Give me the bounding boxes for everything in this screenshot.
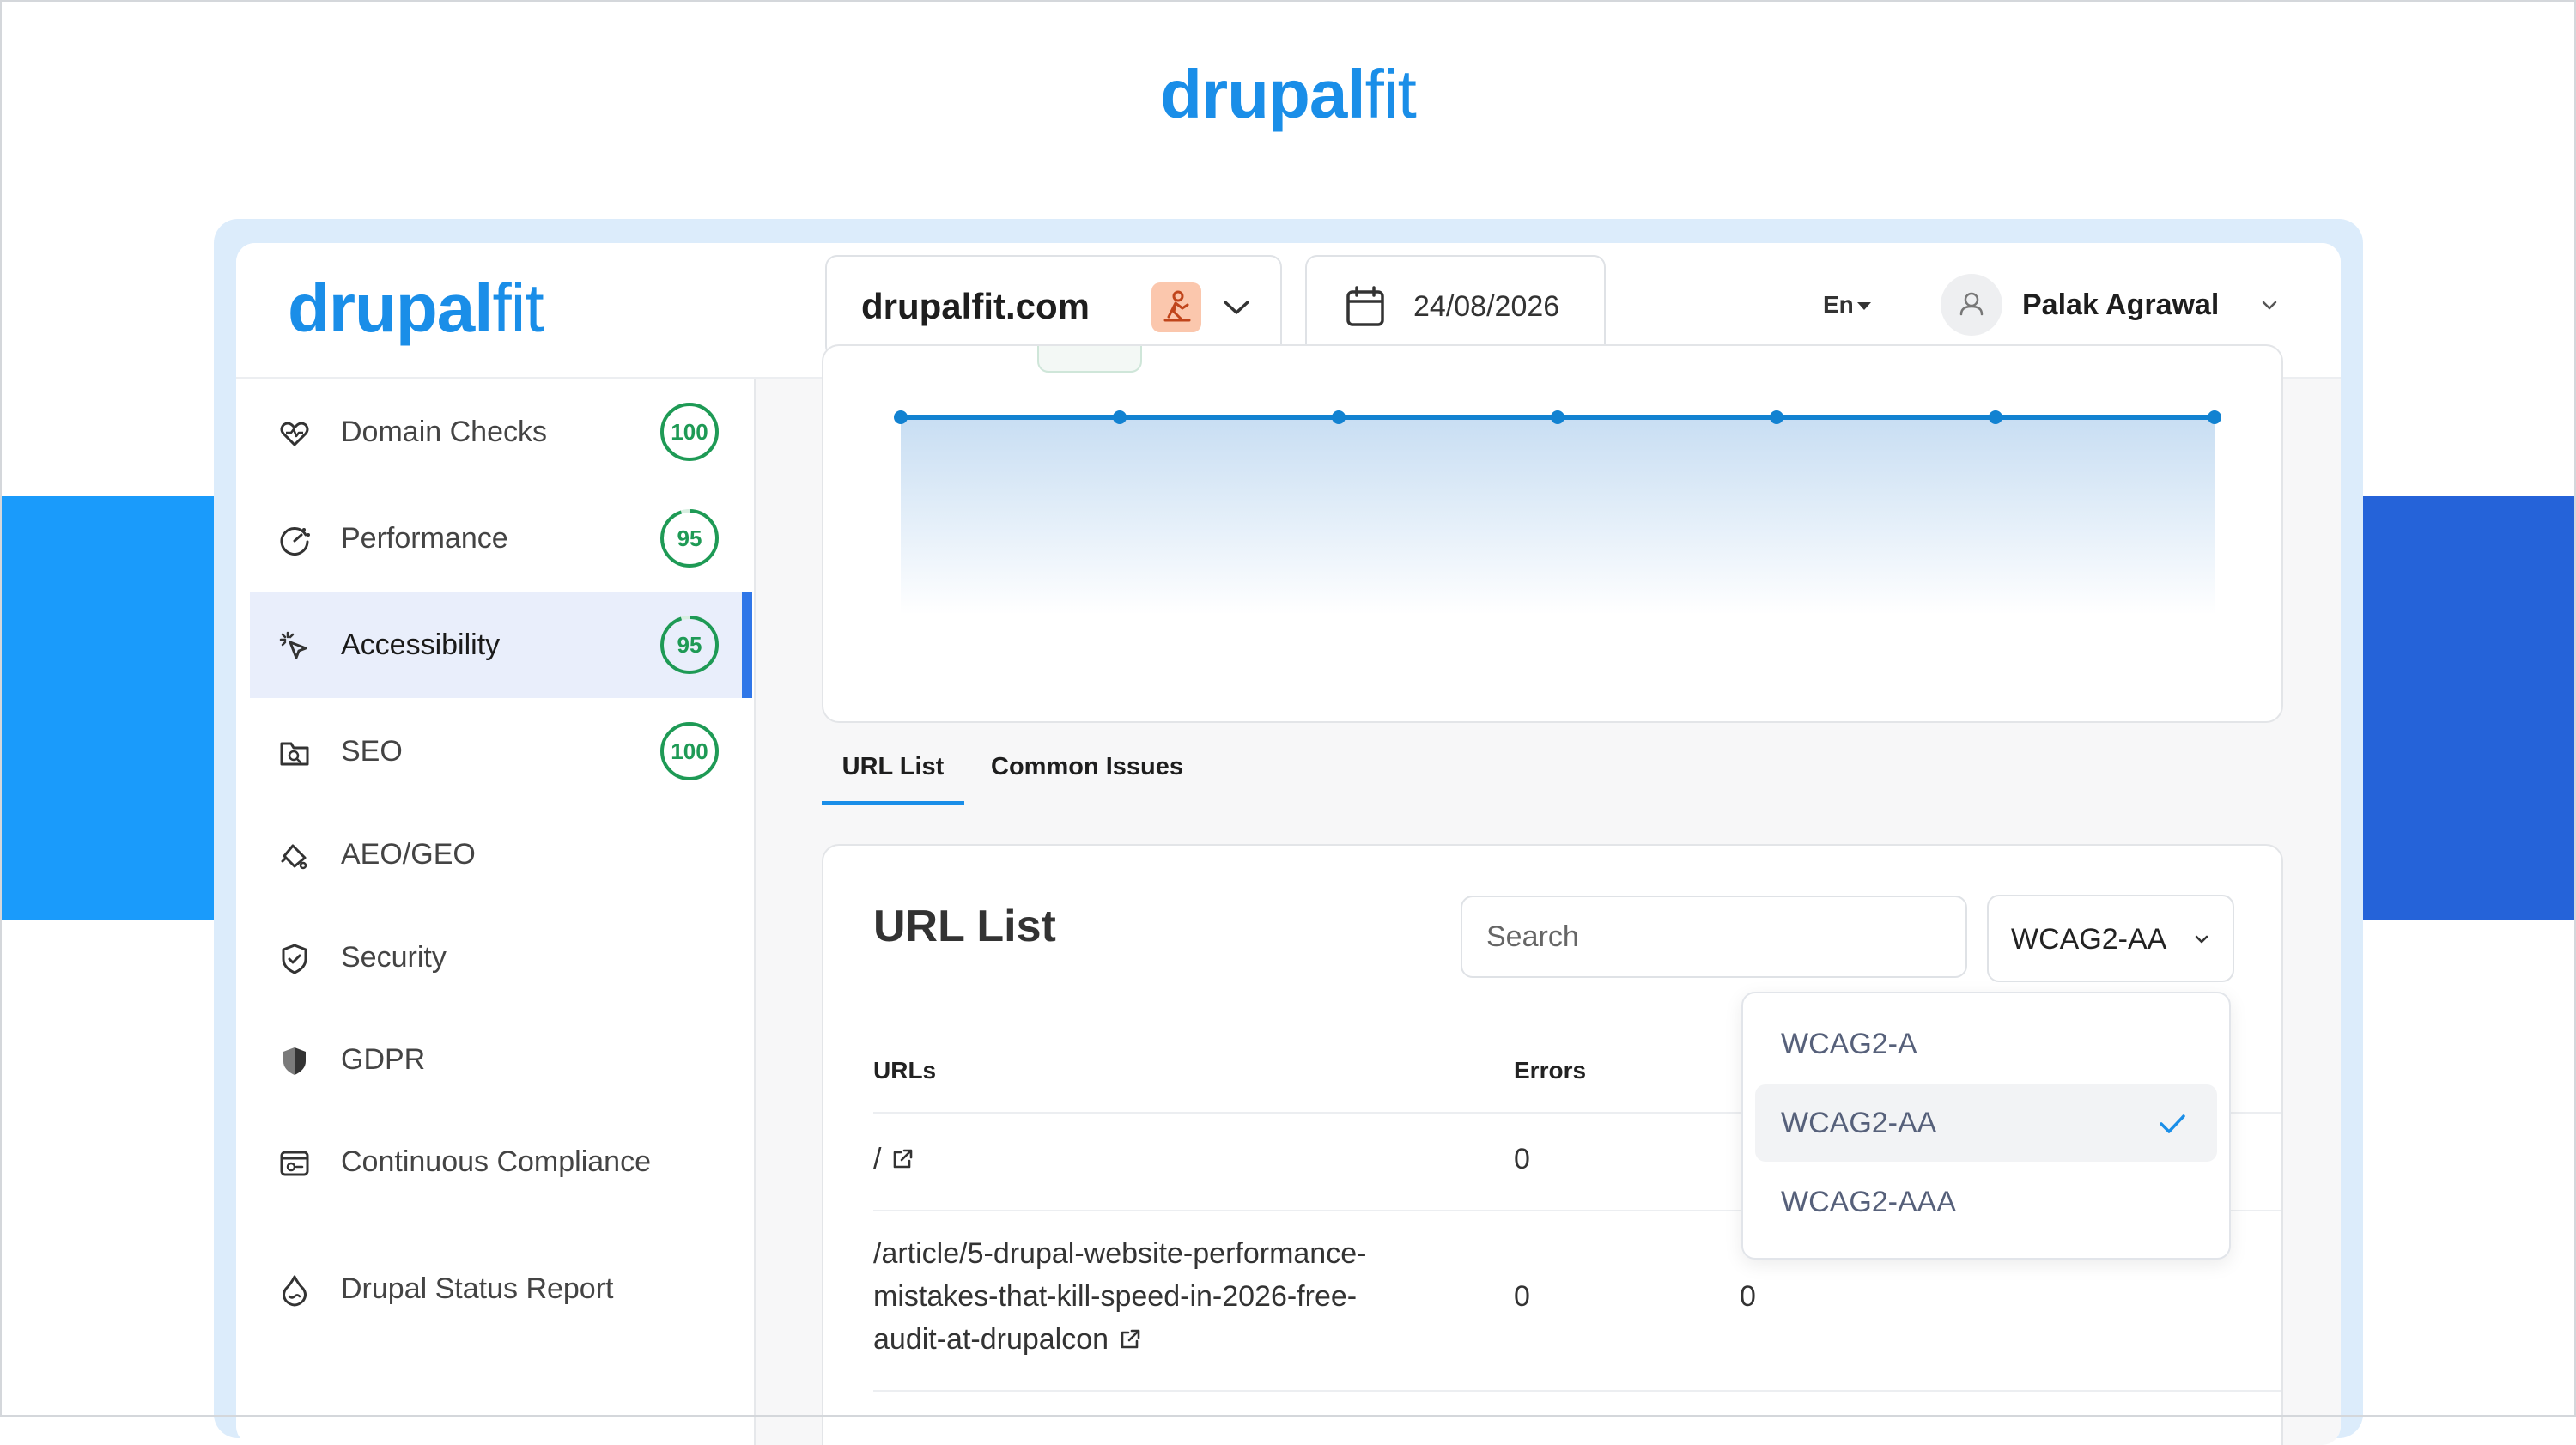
avatar[interactable] xyxy=(1941,274,2002,336)
hero-logo: drupalfit xyxy=(1160,56,1417,132)
table-row-url[interactable]: /article/5-drupal-website-performance- m… xyxy=(873,1232,1474,1361)
app-window: drupalfit drupalfit.com 24/08/2026 En Pa… xyxy=(236,243,2341,1445)
sidebar-item-label: AEO/GEO xyxy=(341,838,476,871)
option-label: WCAG2-AAA xyxy=(1781,1186,1957,1218)
sidebar-item-continuous-compliance[interactable]: Continuous Compliance xyxy=(250,1108,752,1215)
standard-dropdown-menu: WCAG2-A WCAG2-AA WCAG2-AAA xyxy=(1741,992,2231,1260)
table-cell-errors: 0 xyxy=(1514,1280,1530,1313)
sidebar-item-gdpr[interactable]: GDPR xyxy=(250,1006,752,1113)
sidebar-item-label: Security xyxy=(341,941,447,974)
table-row-url[interactable]: / xyxy=(873,1138,915,1181)
sidebar-item-label: Drupal Status Report xyxy=(341,1272,614,1305)
chevron-down-icon xyxy=(2195,935,2208,944)
language-selector[interactable]: En xyxy=(1823,289,1871,320)
heart-icon xyxy=(280,422,309,446)
sidebar-item-drupal-status-report[interactable]: Drupal Status Report xyxy=(250,1236,752,1342)
search-input[interactable] xyxy=(1461,896,1967,978)
standard-select[interactable]: WCAG2-AA xyxy=(1987,895,2234,982)
dropdown-option-wcag2-a[interactable]: WCAG2-A xyxy=(1755,1005,2217,1083)
table-cell-warnings: 0 xyxy=(1740,1280,1756,1313)
sidebar-item-security[interactable]: Security xyxy=(250,904,752,1011)
chart-point xyxy=(1551,410,1564,424)
sidebar-item-label: Domain Checks xyxy=(341,416,547,448)
score-value: 100 xyxy=(671,419,708,445)
tab-common-issues[interactable]: Common Issues xyxy=(980,732,1194,801)
column-header-urls[interactable]: URLs xyxy=(873,1055,936,1086)
score-value: 95 xyxy=(677,525,702,551)
date-value: 24/08/2026 xyxy=(1413,290,1560,323)
chart-point xyxy=(1113,410,1127,424)
url-text[interactable]: / xyxy=(873,1143,881,1175)
site-status-icon xyxy=(1151,282,1201,332)
chart-point xyxy=(1770,410,1783,424)
sidebar-item-label: SEO xyxy=(341,735,403,768)
main-content: URL List Common Issues URL List WCAG2-AA… xyxy=(756,344,2341,1445)
chart-point xyxy=(1989,410,2002,424)
sidebar-item-seo[interactable]: SEO 100 xyxy=(250,698,752,804)
sidebar-item-label: Continuous Compliance xyxy=(341,1145,651,1178)
pointer-click-icon xyxy=(279,631,307,659)
caret-down-icon xyxy=(1856,302,1871,311)
chart-point xyxy=(1332,410,1346,424)
option-label: WCAG2-AA xyxy=(1781,1107,1937,1139)
score-value: 100 xyxy=(671,738,708,764)
chart-point xyxy=(2208,410,2221,424)
checkmark-icon xyxy=(2160,1114,2185,1133)
date-picker[interactable]: 24/08/2026 xyxy=(1305,255,1606,358)
sidebar-item-aeo-geo[interactable]: AEO/GEO xyxy=(250,801,752,908)
tab-bar: URL List Common Issues xyxy=(822,732,1509,805)
dropdown-option-wcag2-aa[interactable]: WCAG2-AA xyxy=(1755,1084,2217,1162)
url-text-line[interactable]: mistakes-that-kill-speed-in-2026-free- xyxy=(873,1275,1474,1318)
sidebar-item-label: Accessibility xyxy=(341,628,501,661)
shield-icon xyxy=(283,1047,306,1075)
sidebar-item-performance[interactable]: Performance 95 xyxy=(250,485,752,592)
table-cell-errors: 0 xyxy=(1514,1143,1530,1175)
column-header-errors[interactable]: Errors xyxy=(1514,1055,1586,1086)
external-link-icon[interactable] xyxy=(1117,1327,1143,1352)
speedometer-icon xyxy=(280,527,310,556)
url-text-line[interactable]: audit-at-drupalcon xyxy=(873,1323,1109,1356)
folder-search-icon xyxy=(280,742,309,766)
chevron-down-icon[interactable] xyxy=(2256,291,2283,319)
chart-area-fill xyxy=(901,417,2215,615)
score-value: 95 xyxy=(677,632,702,658)
external-link-icon[interactable] xyxy=(890,1146,915,1172)
chart-point xyxy=(894,410,908,424)
user-name[interactable]: Palak Agrawal xyxy=(2022,286,2219,324)
chevron-down-icon[interactable] xyxy=(1215,286,1258,329)
row-divider xyxy=(873,1390,2281,1392)
app-logo[interactable]: drupalfit xyxy=(288,264,544,353)
score-trend-chart xyxy=(822,344,2283,723)
tab-url-list[interactable]: URL List xyxy=(822,732,964,805)
url-text-line[interactable]: /article/5-drupal-website-performance- xyxy=(873,1232,1474,1275)
chart-plot xyxy=(894,346,2221,615)
sidebar-item-domain-checks[interactable]: Domain Checks 100 xyxy=(250,379,752,485)
shield-check-icon xyxy=(282,944,307,974)
drupal-drop-icon xyxy=(283,1275,307,1307)
dropdown-option-wcag2-aaa[interactable]: WCAG2-AAA xyxy=(1755,1163,2217,1241)
pen-tool-icon xyxy=(281,844,307,870)
section-title: URL List xyxy=(873,902,1056,951)
sidebar-item-label: Performance xyxy=(341,522,508,555)
sidebar-item-accessibility[interactable]: Accessibility 95 xyxy=(250,592,752,698)
user-icon xyxy=(1959,292,1984,316)
option-label: WCAG2-A xyxy=(1781,1028,1917,1060)
compliance-card-icon xyxy=(280,1151,309,1176)
standard-value: WCAG2-AA xyxy=(2011,923,2167,956)
calendar-icon xyxy=(1346,286,1384,326)
site-selector[interactable]: drupalfit.com xyxy=(825,255,1282,358)
sidebar-item-label: GDPR xyxy=(341,1043,426,1076)
sidebar: Domain Checks 100 Performance 95 Accessi… xyxy=(236,379,756,1445)
chart-tooltip-stub xyxy=(1037,346,1142,373)
site-name: drupalfit.com xyxy=(861,286,1091,326)
